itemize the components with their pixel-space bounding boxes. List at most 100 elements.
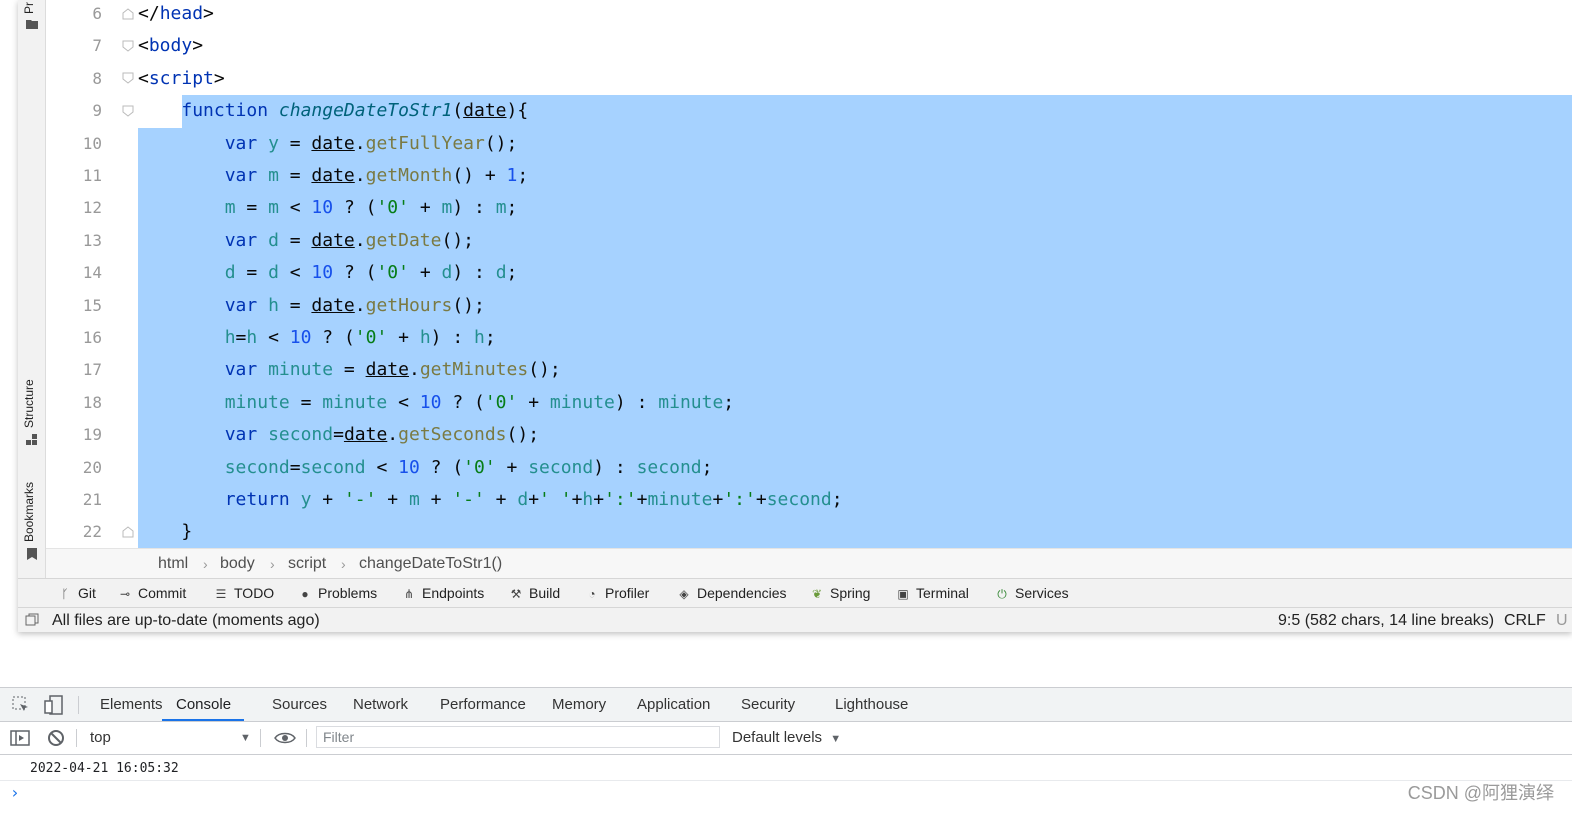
tool-label: Git <box>78 585 96 601</box>
build-tool-button[interactable]: ⚒ Build <box>509 579 561 608</box>
tab-lighthouse[interactable]: Lighthouse <box>835 688 908 721</box>
tool-label: Problems <box>318 585 378 601</box>
line-number: 7 <box>92 36 102 56</box>
bookmark-icon[interactable] <box>26 548 38 560</box>
line-number: 21 <box>82 490 102 509</box>
tab-sources[interactable]: Sources <box>272 688 327 721</box>
line-number: 20 <box>82 457 102 477</box>
code-line: var minute = date.getMinutes(); <box>224 359 561 381</box>
tab-network[interactable]: Network <box>353 688 408 721</box>
chevron-right-icon: › <box>341 556 346 572</box>
line-number: 13 <box>82 230 102 250</box>
bookmarks-tab[interactable]: Bookmarks <box>22 482 36 542</box>
code-editor[interactable]: </head> <body> <script> function changeD… <box>138 0 1572 549</box>
line-number: 9 <box>92 101 102 121</box>
caret-position[interactable]: 9:5 (582 chars, 14 line breaks) <box>1278 608 1494 632</box>
fold-marker-icon[interactable] <box>122 72 134 84</box>
breadcrumb-item[interactable]: changeDateToStr1() <box>359 549 502 579</box>
structure-icon[interactable] <box>26 434 38 446</box>
code-line: var y = date.getFullYear(); <box>224 132 518 154</box>
line-number: 22 <box>82 522 102 542</box>
tab-security[interactable]: Security <box>741 688 795 721</box>
console-message: 2022-04-21 16:05:32 <box>30 761 179 776</box>
breadcrumb-item[interactable]: body <box>220 549 255 579</box>
services-tool-button[interactable]: ⏻ Services <box>995 579 1069 608</box>
log-levels-dropdown[interactable]: Default levels ▼ <box>732 722 841 754</box>
line-number: 17 <box>82 360 102 380</box>
code-line: h=h < 10 ? ('0' + h) : h; <box>224 327 496 348</box>
line-number: 10 <box>82 133 102 153</box>
endpoints-tool-button[interactable]: ⋔ Endpoints <box>402 579 484 608</box>
tab-performance[interactable]: Performance <box>440 688 526 721</box>
toggle-tool-windows-icon[interactable] <box>25 613 39 627</box>
code-line: var m = date.getMonth() + 1; <box>224 165 529 186</box>
project-tab[interactable]: Pr <box>22 2 36 14</box>
inspect-element-icon[interactable] <box>12 696 30 714</box>
left-tool-strip: Pr Structure Bookmarks <box>18 0 46 578</box>
line-separator[interactable]: CRLF <box>1504 608 1546 632</box>
tool-label: TODO <box>234 585 275 601</box>
line-number: 15 <box>82 295 102 315</box>
git-tool-button[interactable]: ᚴ Git <box>58 579 96 608</box>
toolbar-divider <box>306 729 307 747</box>
code-line: return y + '-' + m + '-' + d+' '+h+':'+m… <box>224 489 843 510</box>
breadcrumb-item[interactable]: script <box>288 549 326 579</box>
status-message: All files are up-to-date (moments ago) <box>52 612 320 629</box>
terminal-tool-button[interactable]: ▣ Terminal <box>896 579 969 608</box>
line-number: 6 <box>92 4 102 23</box>
tool-label: Endpoints <box>422 585 485 601</box>
hammer-icon: ⚒ <box>510 586 522 601</box>
device-toolbar-icon[interactable] <box>44 695 64 715</box>
services-icon: ⏻ <box>997 586 1007 601</box>
line-number-gutter: 6 7 8 9 10 11 12 13 14 15 16 17 18 19 20… <box>46 0 138 548</box>
tool-label: Build <box>529 585 561 601</box>
fold-marker-icon[interactable] <box>122 105 134 117</box>
spring-tool-button[interactable]: ❦ Spring <box>810 579 871 608</box>
dependencies-tool-button[interactable]: ◈ Dependencies <box>677 579 786 608</box>
code-line: second=second < 10 ? ('0' + second) : se… <box>224 456 713 478</box>
clear-console-icon[interactable] <box>47 729 65 747</box>
commit-tool-button[interactable]: ⊸ Commit <box>118 579 186 608</box>
folder-icon[interactable] <box>26 18 38 30</box>
tab-console[interactable]: Console <box>162 688 244 721</box>
fold-marker-icon[interactable] <box>122 8 134 20</box>
context-value: top <box>90 729 111 746</box>
tab-application[interactable]: Application <box>637 688 710 721</box>
tab-memory[interactable]: Memory <box>552 688 606 721</box>
toolbar-divider <box>260 729 261 747</box>
line-number: 11 <box>82 166 102 185</box>
structure-tab[interactable]: Structure <box>22 379 36 428</box>
sidebar-toggle-icon[interactable] <box>10 730 30 746</box>
status-bar: All files are up-to-date (moments ago) 9… <box>18 607 1572 632</box>
line-number: 12 <box>82 198 102 218</box>
watermark: CSDN @阿狸演绎 <box>1407 783 1554 803</box>
fold-marker-icon[interactable] <box>122 40 134 52</box>
console-prompt[interactable]: › <box>10 783 20 802</box>
tool-label: Services <box>1015 585 1069 601</box>
tool-label: Profiler <box>605 585 650 601</box>
todo-tool-button[interactable]: ☰ TODO <box>214 579 275 608</box>
context-selector[interactable]: top ▼ <box>90 722 251 754</box>
console-divider <box>0 780 1572 781</box>
code-line: </head> <box>138 3 214 24</box>
code-line: var h = date.getHours(); <box>224 294 485 316</box>
tool-window-bar: ᚴ Git ⊸ Commit ☰ TODO ● Problems ⋔ Endpoints … <box>18 578 1572 608</box>
fold-marker-icon[interactable] <box>122 526 134 538</box>
commit-icon: ⊸ <box>119 586 131 601</box>
filter-input[interactable] <box>316 726 720 748</box>
problems-tool-button[interactable]: ● Problems <box>298 579 377 608</box>
code-line: function changeDateToStr1(date){ <box>181 100 529 122</box>
breadcrumb: html › body › script › changeDateToStr1(… <box>46 548 1572 579</box>
chevron-right-icon: › <box>203 556 208 572</box>
code-line: m = m < 10 ? ('0' + m) : m; <box>224 197 518 219</box>
log-levels-label: Default levels <box>732 729 823 746</box>
eye-icon[interactable] <box>274 731 296 745</box>
tab-elements[interactable]: Elements <box>100 688 163 721</box>
tool-label: Terminal <box>916 585 969 601</box>
leaf-icon: ❦ <box>811 586 823 601</box>
profiler-tool-button[interactable]: ◔ Profiler <box>585 579 649 608</box>
file-encoding[interactable]: U <box>1556 608 1568 632</box>
toolbar-divider <box>78 696 79 714</box>
breadcrumb-item[interactable]: html <box>158 549 188 579</box>
code-line: <body> <box>138 35 204 57</box>
